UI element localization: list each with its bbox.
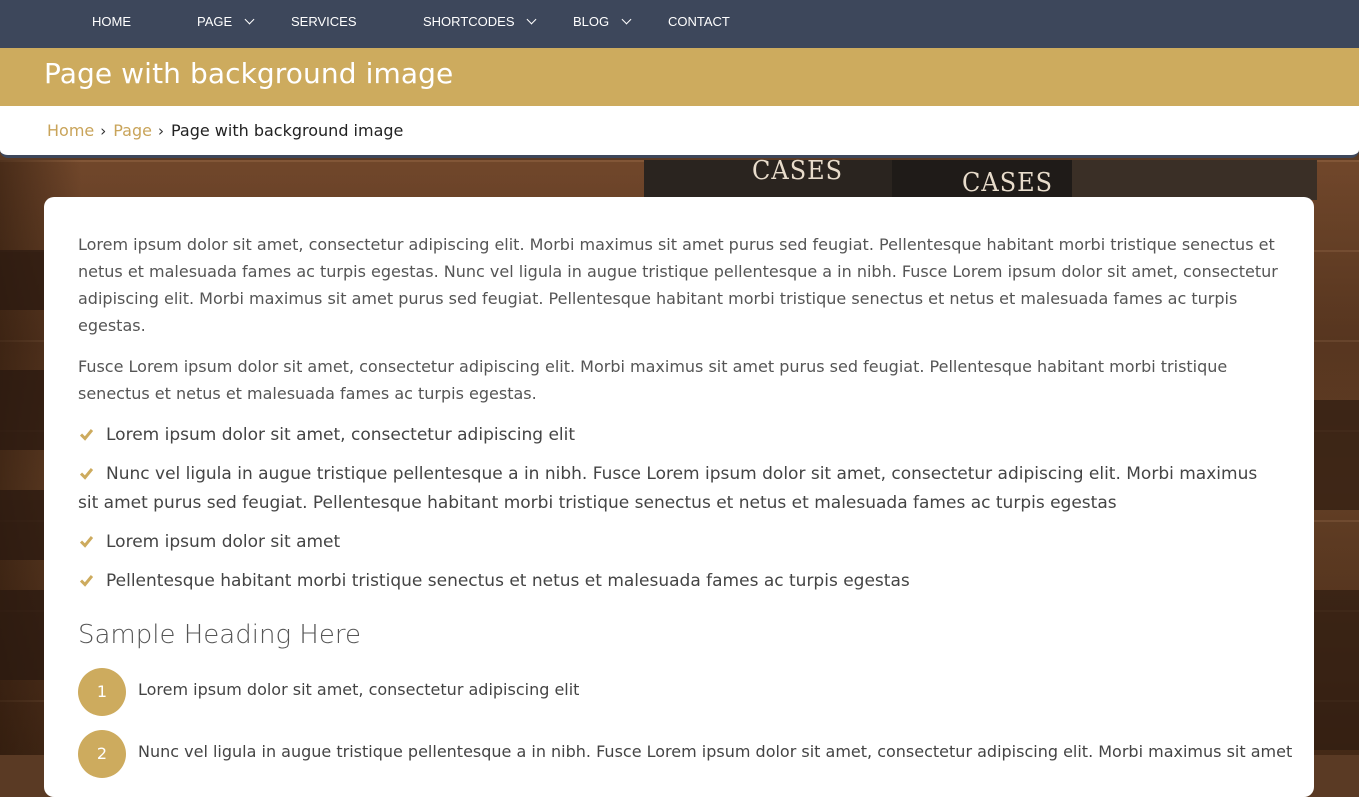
nav-item-contact[interactable]: CONTACT	[668, 0, 730, 44]
check-icon	[80, 468, 93, 480]
check-icon	[80, 536, 93, 548]
chevron-down-icon	[526, 14, 537, 25]
breadcrumb-separator: ›	[100, 122, 107, 140]
section-heading: Sample Heading Here	[78, 620, 361, 650]
nav-item-blog[interactable]: BLOG	[573, 0, 633, 44]
nav-item-services[interactable]: SERVICES	[291, 0, 357, 44]
nav-item-shortcodes[interactable]: SHORTCODES	[423, 0, 538, 44]
checklist-item-text: Lorem ipsum dolor sit amet, consectetur …	[106, 425, 576, 445]
shelf-shadow	[1314, 400, 1359, 510]
content-card: Lorem ipsum dolor sit amet, consectetur …	[44, 197, 1314, 797]
book-spine-label: CASES	[962, 166, 1054, 198]
numbered-list-item-text: Nunc vel ligula in augue tristique pelle…	[138, 742, 1293, 761]
nav-item-page[interactable]: PAGE	[197, 0, 257, 44]
numbered-list-item: 2 Nunc vel ligula in augue tristique pel…	[78, 730, 1293, 778]
nav-item-label: HOME	[92, 14, 131, 29]
checklist-item: Lorem ipsum dolor sit amet, consectetur …	[78, 421, 1280, 450]
checklist-item: Pellentesque habitant morbi tristique se…	[78, 567, 1280, 596]
checklist-item-text: Nunc vel ligula in augue tristique pelle…	[78, 464, 1258, 513]
book-spine: CASES	[892, 160, 1072, 200]
checklist-item: Nunc vel ligula in augue tristique pelle…	[78, 460, 1280, 518]
nav-item-label: SERVICES	[291, 14, 357, 29]
numbered-list: 1 Lorem ipsum dolor sit amet, consectetu…	[78, 668, 1293, 778]
nav-item-home[interactable]: HOME	[92, 0, 131, 44]
book-spine-label: CASES	[752, 154, 844, 186]
breadcrumb-page-link[interactable]: Page	[113, 121, 152, 140]
nav-item-label: BLOG	[573, 14, 610, 29]
checklist: Lorem ipsum dolor sit amet, consectetur …	[78, 421, 1280, 596]
nav-item-label: SHORTCODES	[423, 14, 515, 29]
checklist-item: Lorem ipsum dolor sit amet	[78, 528, 1280, 557]
main-nav: HOME PAGE SERVICES SHORTCODES BLOG CONTA…	[0, 0, 1359, 48]
nav-item-label: PAGE	[197, 14, 233, 29]
shelf-shadow	[0, 490, 44, 560]
book-spine: CASES	[644, 155, 892, 200]
check-icon	[80, 429, 93, 441]
content-paragraph: Lorem ipsum dolor sit amet, consectetur …	[78, 235, 1278, 335]
step-number-badge: 1	[78, 668, 126, 716]
checklist-item-text: Lorem ipsum dolor sit amet	[106, 532, 341, 552]
breadcrumb-bar: Home › Page › Page with background image	[0, 106, 1359, 158]
shelf-shadow	[0, 250, 44, 310]
numbered-list-item-text: Lorem ipsum dolor sit amet, consectetur …	[138, 680, 580, 699]
step-number-badge: 2	[78, 730, 126, 778]
nav-item-label: CONTACT	[668, 14, 730, 29]
check-icon	[80, 575, 93, 587]
breadcrumb-separator: ›	[157, 122, 164, 140]
checklist-item-text: Pellentesque habitant morbi tristique se…	[106, 571, 910, 591]
breadcrumb-current: Page with background image	[170, 121, 404, 140]
page-title: Page with background image	[44, 57, 454, 90]
breadcrumb-home-link[interactable]: Home	[47, 121, 94, 140]
breadcrumb: Home › Page › Page with background image	[47, 121, 403, 140]
chevron-down-icon	[621, 14, 632, 25]
book-spine	[1072, 160, 1317, 200]
shelf-shadow	[0, 590, 44, 680]
shelf-shadow	[0, 370, 44, 450]
shelf-shadow	[1314, 590, 1359, 750]
numbered-list-item: 1 Lorem ipsum dolor sit amet, consectetu…	[78, 668, 1280, 716]
chevron-down-icon	[244, 14, 255, 25]
content-paragraph: Fusce Lorem ipsum dolor sit amet, consec…	[78, 357, 1228, 403]
page-title-bar: Page with background image	[0, 48, 1359, 106]
